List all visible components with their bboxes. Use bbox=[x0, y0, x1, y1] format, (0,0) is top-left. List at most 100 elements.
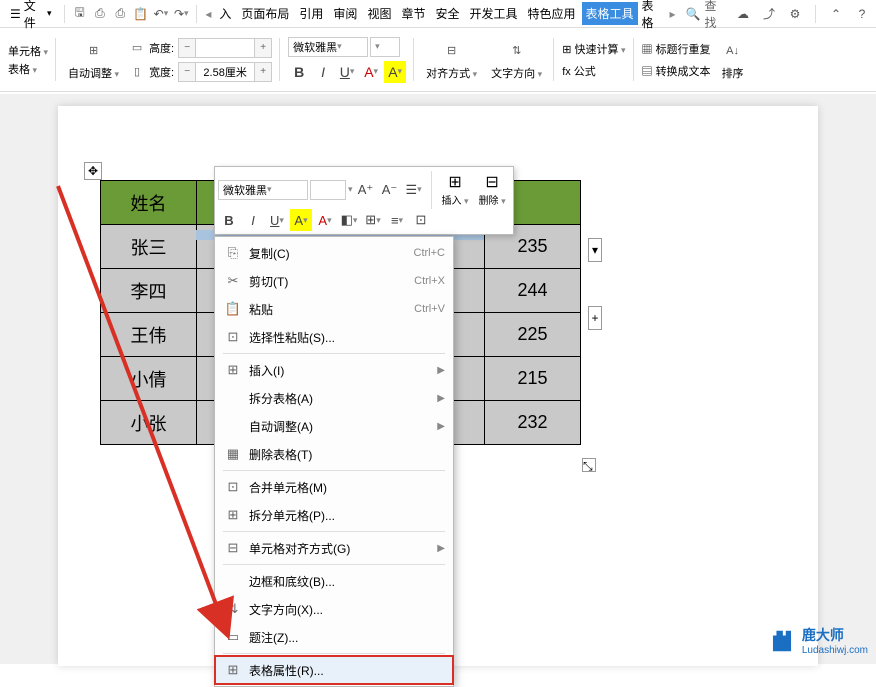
settings-icon[interactable]: ⚙ bbox=[785, 4, 805, 24]
mini-bold[interactable]: B bbox=[218, 209, 240, 231]
mini-merge[interactable]: ⊡ bbox=[410, 209, 432, 231]
mini-font-name[interactable]: 微软雅黑 bbox=[218, 180, 308, 200]
mini-highlight[interactable]: A bbox=[290, 209, 312, 231]
autofit-button[interactable]: ⊞ 自动调整 bbox=[64, 35, 123, 85]
font-name-select[interactable]: 微软雅黑 bbox=[288, 37, 368, 57]
header-name[interactable]: 姓名 bbox=[101, 181, 197, 225]
formula-button[interactable]: fx 公式 bbox=[562, 63, 625, 79]
help-icon[interactable]: ? bbox=[852, 4, 872, 24]
font-color-button[interactable]: A bbox=[360, 61, 382, 83]
mini-lineheight[interactable]: ☰ bbox=[403, 179, 425, 201]
tab-references[interactable]: 引用 bbox=[295, 2, 327, 25]
ctx-autofit[interactable]: 自动调整(A)▶ bbox=[215, 412, 453, 440]
mini-delete[interactable]: ⊟删除 bbox=[475, 170, 510, 209]
cell-name[interactable]: 张三 bbox=[101, 225, 197, 269]
ctx-borders[interactable]: 边框和底纹(B)... bbox=[215, 567, 453, 595]
ctx-paste[interactable]: 📋粘贴Ctrl+V bbox=[215, 295, 453, 323]
sort-button[interactable]: A↓ 排序 bbox=[717, 35, 749, 85]
redo-icon[interactable]: ↷ bbox=[172, 4, 190, 24]
search-label: 查找 bbox=[705, 0, 725, 31]
ctx-split-cells[interactable]: ⊞拆分单元格(P)... bbox=[215, 501, 453, 529]
print-preview-icon[interactable]: ⎙ bbox=[91, 4, 109, 24]
tab-review[interactable]: 审阅 bbox=[329, 2, 361, 25]
ctx-merge-cells[interactable]: ⊡合并单元格(M) bbox=[215, 473, 453, 501]
tab-insert[interactable]: 入 bbox=[215, 2, 235, 25]
tab-scroll-right[interactable]: ▸ bbox=[668, 7, 678, 21]
ctx-insert[interactable]: ⊞插入(I)▶ bbox=[215, 356, 453, 384]
mini-fill[interactable]: ◧ bbox=[338, 209, 360, 231]
text-direction-button[interactable]: ⇅ 文字方向 bbox=[487, 35, 546, 85]
mini-insert[interactable]: ⊞插入 bbox=[438, 170, 473, 209]
to-text[interactable]: ▤ 转换成文本 bbox=[642, 63, 711, 79]
width-decrease[interactable]: − bbox=[179, 63, 195, 81]
font-size-select[interactable] bbox=[370, 37, 400, 57]
italic-button[interactable]: I bbox=[312, 61, 334, 83]
height-increase[interactable]: + bbox=[255, 39, 271, 57]
ctx-paste-special[interactable]: ⊡选择性粘贴(S)... bbox=[215, 323, 453, 351]
tab-table-style[interactable]: 表格 bbox=[640, 0, 666, 34]
table-resize-handle[interactable]: ⤡ bbox=[582, 458, 596, 472]
quick-calc[interactable]: ⊞ 快速计算 bbox=[562, 41, 625, 57]
highlight-button[interactable]: A bbox=[384, 61, 406, 83]
cell-menu-2[interactable]: 表格 bbox=[8, 61, 48, 77]
ctx-caption[interactable]: ▭题注(Z)... bbox=[215, 623, 453, 651]
mini-shrink-font[interactable]: A⁻ bbox=[379, 179, 401, 201]
ctx-copy[interactable]: ⎘复制(C)Ctrl+C bbox=[215, 239, 453, 267]
file-menu[interactable]: ☰ 文件 ▾ bbox=[4, 0, 58, 33]
save-icon[interactable]: 🖫 bbox=[70, 4, 88, 24]
mini-grow-font[interactable]: A⁺ bbox=[355, 179, 377, 201]
tab-developer[interactable]: 开发工具 bbox=[465, 2, 521, 25]
height-input[interactable] bbox=[195, 39, 255, 57]
ctx-split-table[interactable]: 拆分表格(A)▶ bbox=[215, 384, 453, 412]
tab-page-layout[interactable]: 页面布局 bbox=[237, 2, 293, 25]
cell-score[interactable]: 225 bbox=[485, 313, 581, 357]
ctx-text-direction[interactable]: ⇅文字方向(X)... bbox=[215, 595, 453, 623]
ctx-paste-shortcut: Ctrl+V bbox=[414, 303, 445, 315]
collapse-icon[interactable]: ⌃ bbox=[826, 4, 846, 24]
tab-special[interactable]: 特色应用 bbox=[524, 2, 580, 25]
ctx-cell-align[interactable]: ⊟单元格对齐方式(G)▶ bbox=[215, 534, 453, 562]
cloud-icon[interactable]: ☁ bbox=[733, 4, 753, 24]
table-add-column-handle[interactable]: + bbox=[588, 306, 602, 330]
tab-view[interactable]: 视图 bbox=[363, 2, 395, 25]
autofit-icon: ⊞ bbox=[82, 39, 106, 63]
share-icon[interactable]: ⤴ bbox=[759, 4, 779, 24]
cell-name[interactable]: 王伟 bbox=[101, 313, 197, 357]
mini-italic[interactable]: I bbox=[242, 209, 264, 231]
cell-name[interactable]: 小张 bbox=[101, 401, 197, 445]
cell-menu-1[interactable]: 单元格 bbox=[8, 43, 48, 59]
watermark: 鹿大师 Ludashiwj.com bbox=[768, 625, 868, 656]
paste-icon[interactable]: 📋 bbox=[131, 4, 149, 24]
search-box[interactable]: 🔍查找 bbox=[680, 0, 731, 33]
underline-button[interactable]: U bbox=[336, 61, 358, 83]
header-repeat[interactable]: ▦ 标题行重复 bbox=[642, 41, 711, 57]
tab-security[interactable]: 安全 bbox=[431, 2, 463, 25]
table-side-handle-top[interactable]: ▾ bbox=[588, 238, 602, 262]
print-icon[interactable]: ⎙ bbox=[111, 4, 129, 24]
width-input[interactable] bbox=[195, 63, 255, 81]
mini-underline[interactable]: U bbox=[266, 209, 288, 231]
table-move-handle[interactable]: ✥ bbox=[84, 162, 102, 180]
mini-border[interactable]: ⊞ bbox=[362, 209, 384, 231]
mini-align[interactable]: ≡ bbox=[386, 209, 408, 231]
width-spinner[interactable]: − + bbox=[178, 62, 272, 82]
cell-name[interactable]: 小倩 bbox=[101, 357, 197, 401]
cell-score[interactable]: 215 bbox=[485, 357, 581, 401]
mini-font-size[interactable] bbox=[310, 180, 346, 200]
align-button[interactable]: ⊟ 对齐方式 bbox=[422, 35, 481, 85]
tab-chapter[interactable]: 章节 bbox=[397, 2, 429, 25]
bold-button[interactable]: B bbox=[288, 61, 310, 83]
undo-icon[interactable]: ↶ bbox=[152, 4, 170, 24]
ctx-cut[interactable]: ✂剪切(T)Ctrl+X bbox=[215, 267, 453, 295]
mini-font-color[interactable]: A bbox=[314, 209, 336, 231]
cell-name[interactable]: 李四 bbox=[101, 269, 197, 313]
tab-table-tools[interactable]: 表格工具 bbox=[582, 2, 638, 25]
cell-score[interactable]: 244 bbox=[485, 269, 581, 313]
cell-score[interactable]: 232 bbox=[485, 401, 581, 445]
ctx-table-properties[interactable]: ⊞表格属性(R)... bbox=[215, 656, 453, 684]
ctx-delete-table[interactable]: ▦删除表格(T) bbox=[215, 440, 453, 468]
width-increase[interactable]: + bbox=[255, 63, 271, 81]
height-decrease[interactable]: − bbox=[179, 39, 195, 57]
tab-scroll-left[interactable]: ◂ bbox=[203, 7, 213, 21]
height-spinner[interactable]: − + bbox=[178, 38, 272, 58]
